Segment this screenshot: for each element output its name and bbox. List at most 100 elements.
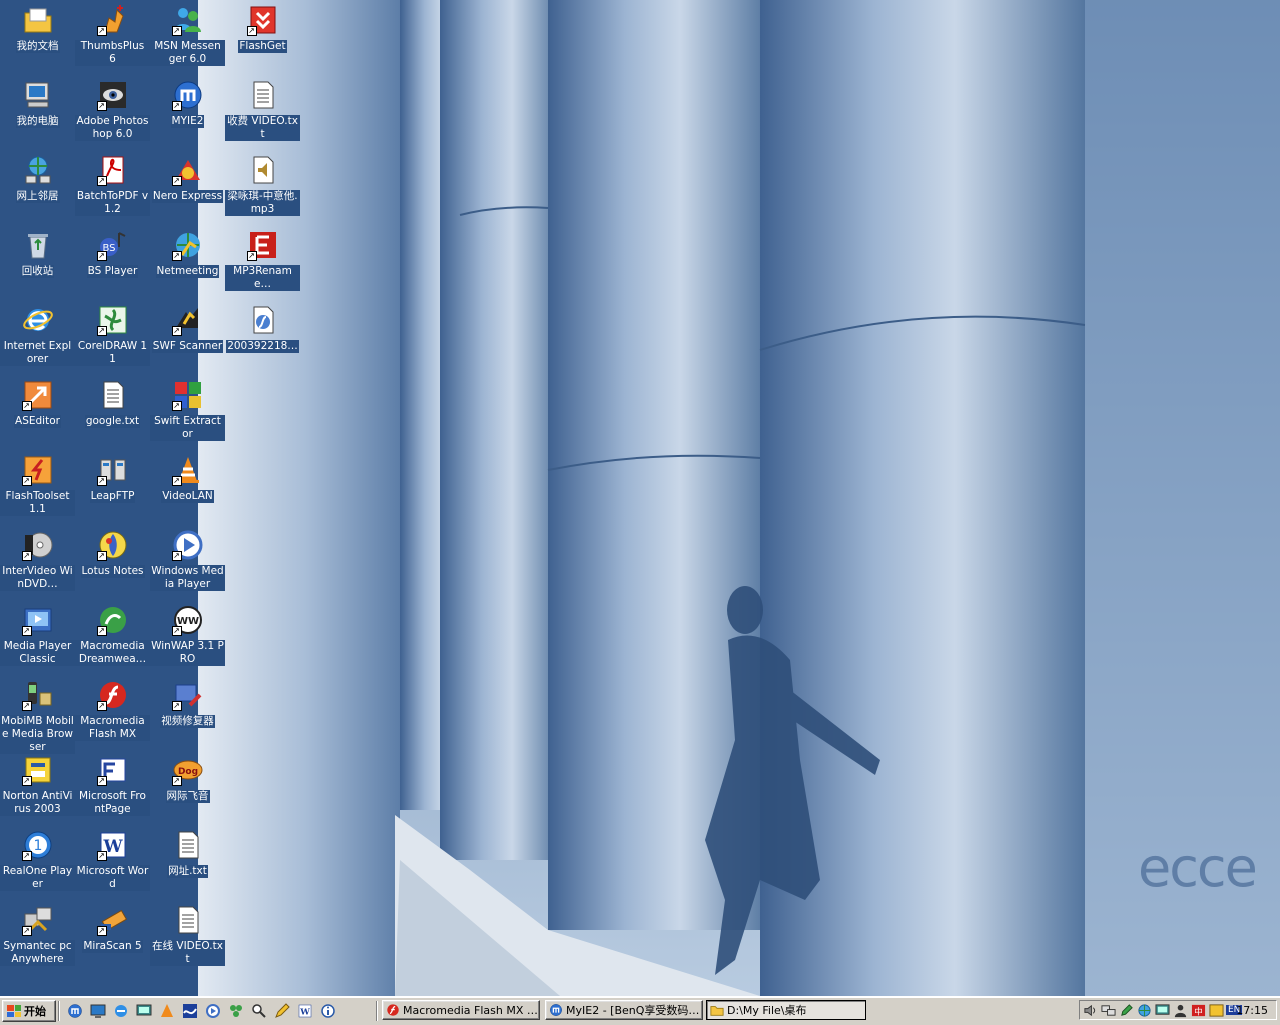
desktop-icon-item[interactable]: 回收站 — [0, 225, 75, 300]
pcanywhere-icon: ↗ — [21, 904, 54, 936]
quick-launch-vlc-icon[interactable] — [158, 1002, 176, 1020]
shortcut-arrow-icon: ↗ — [171, 551, 182, 561]
desktop-icon-item[interactable]: ↗ MP3Rename… — [225, 225, 300, 300]
tray-language-icon[interactable] — [1208, 1002, 1224, 1018]
netmeeting-icon: ↗ — [171, 229, 204, 261]
recycle-bin-icon — [22, 229, 54, 261]
quick-launch-wave-icon[interactable] — [181, 1002, 199, 1020]
desktop-icon-item[interactable]: Dog ↗ 网际飞音 — [150, 750, 225, 825]
shortcut-arrow-icon: ↗ — [171, 626, 182, 636]
desktop-icon-item[interactable]: ↗ MYIE2 — [150, 75, 225, 150]
desktop-icon-item[interactable]: 网址.txt — [150, 825, 225, 900]
desktop-icon-item[interactable]: 我的文档 — [0, 0, 75, 75]
desktop-icon-item[interactable]: 网上邻居 — [0, 150, 75, 225]
netfly-icon: Dog ↗ — [171, 754, 204, 786]
tray-speaker-icon[interactable] — [1082, 1002, 1098, 1018]
desktop-icon-item[interactable]: ↗ Symantec pcAnywhere — [0, 900, 75, 975]
text-file-icon — [172, 904, 204, 936]
desktop-icon-item[interactable]: 在线 VIDEO.txt — [150, 900, 225, 975]
desktop-icon-item[interactable]: ↗ VideoLAN — [150, 450, 225, 525]
quick-launch-monitor-icon[interactable] — [135, 1002, 153, 1020]
desktop-icon-item[interactable]: ↗ SWF Scanner — [150, 300, 225, 375]
desktop-icon-item[interactable]: ↗ BatchToPDF v1.2 — [75, 150, 150, 225]
desktop-icon-item[interactable]: ↗ 视频修复器 — [150, 675, 225, 750]
taskbar-button[interactable]: Macromedia Flash MX - [0… — [382, 1000, 540, 1020]
desktop-icon-label: Windows Media Player — [150, 565, 225, 591]
desktop-icon-item[interactable]: BS ↗ BS Player — [75, 225, 150, 300]
desktop-icon-item[interactable]: ↗ Swift Extractor — [150, 375, 225, 450]
desktop-icon-item[interactable]: 梁咏琪-中意他.mp3 — [225, 150, 300, 225]
desktop-icon-item[interactable]: google.txt — [75, 375, 150, 450]
start-button[interactable]: 开始 — [2, 1000, 56, 1022]
desktop-icon-label: ASEditor — [14, 415, 61, 428]
desktop-icon-item[interactable]: ↗ Macromedia Dreamwea… — [75, 600, 150, 675]
desktop-icon-item[interactable]: ↗ MobiMB Mobile Media Browser — [0, 675, 75, 754]
desktop-icon-item[interactable]: ↗ FlashToolset 1.1 — [0, 450, 75, 525]
desktop-icon-item[interactable]: Internet Explorer — [0, 300, 75, 375]
desktop-icon-label: 网上邻居 — [15, 190, 60, 203]
quick-launch-info-icon[interactable] — [319, 1002, 337, 1020]
desktop-icon-item[interactable]: WW ↗ WinWAP 3.1 PRO — [150, 600, 225, 675]
desktop-icon-label: InterVideo WinDVD… — [0, 565, 75, 591]
tray-network-icon[interactable] — [1100, 1002, 1116, 1018]
svg-text:中: 中 — [1194, 1006, 1202, 1016]
desktop-icon-item[interactable]: ↗ ThumbsPlus 6 — [75, 0, 150, 75]
video-repair-icon: ↗ — [171, 679, 204, 711]
flashtoolset-icon: ↗ — [21, 454, 54, 486]
quick-launch-search-icon[interactable] — [250, 1002, 268, 1020]
desktop-icon-item[interactable]: 我的电脑 — [0, 75, 75, 150]
desktop-icon-item[interactable]: 1 ↗ RealOne Player — [0, 825, 75, 900]
desktop-icon-item[interactable]: ↗ Media Player Classic — [0, 600, 75, 675]
wallpaper-logo: ecce — [1138, 841, 1258, 895]
desktop-icon-item[interactable]: 200392218… — [225, 300, 300, 375]
quick-launch-word-icon[interactable]: W — [296, 1002, 314, 1020]
desktop-icon-item[interactable]: ↗ Macromedia Flash MX — [75, 675, 150, 750]
desktop-icon-item[interactable]: ↗ MiraScan 5 — [75, 900, 150, 975]
my-documents-icon — [22, 4, 54, 36]
desktop-icon-item[interactable]: ↗ InterVideo WinDVD… — [0, 525, 75, 600]
desktop-icon-label: Adobe Photoshop 6.0 — [75, 115, 150, 141]
lotus-notes-icon: ↗ — [96, 529, 129, 561]
taskbar-separator — [376, 1001, 378, 1021]
shortcut-arrow-icon: ↗ — [171, 251, 182, 261]
taskbar-button[interactable]: MyIE2 - [BenQ享受数码… — [545, 1000, 703, 1020]
taskbar-button[interactable]: D:\My File\桌布 — [706, 1000, 866, 1020]
quick-launch-pencil-icon[interactable] — [273, 1002, 291, 1020]
thumbsplus-icon: ↗ — [96, 4, 129, 36]
desktop-icon-item[interactable]: ↗ CorelDRAW 11 — [75, 300, 150, 375]
tray-pen-icon[interactable] — [1118, 1002, 1134, 1018]
desktop-icon-item[interactable]: 收费 VIDEO.txt — [225, 75, 300, 150]
taskbar-button-label: D:\My File\桌布 — [727, 1004, 807, 1017]
batchtopdf-icon: ↗ — [96, 154, 129, 186]
quick-launch-ie-icon[interactable] — [112, 1002, 130, 1020]
desktop-icon-label: ThumbsPlus 6 — [75, 40, 150, 66]
quick-launch-desktop-icon[interactable] — [89, 1002, 107, 1020]
clock[interactable]: 17:15 — [1236, 1004, 1268, 1017]
desktop-icon-item[interactable]: ↗ Netmeeting — [150, 225, 225, 300]
desktop-icon-item[interactable]: ↗ Lotus Notes — [75, 525, 150, 600]
desktop-icon-label: 200392218… — [226, 340, 299, 353]
desktop-icon-item[interactable]: W ↗ Microsoft Word — [75, 825, 150, 900]
desktop-icon-item[interactable]: ↗ Microsoft FrontPage — [75, 750, 150, 825]
tray-ime-icon[interactable]: 中 — [1190, 1002, 1206, 1018]
desktop-icon-item[interactable]: ↗ LeapFTP — [75, 450, 150, 525]
windows-media-player-icon: ↗ — [171, 529, 204, 561]
desktop-icon-item[interactable]: ↗ Nero Express — [150, 150, 225, 225]
desktop-icon-label: RealOne Player — [0, 865, 75, 891]
desktop-icon-item[interactable]: ↗ Norton AntiVirus 2003 — [0, 750, 75, 825]
taskbar-separator — [58, 1001, 60, 1021]
desktop-icon-label: 网际飞音 — [165, 790, 210, 803]
tray-user-icon[interactable] — [1172, 1002, 1188, 1018]
desktop-icon-item[interactable]: ↗ FlashGet — [225, 0, 300, 75]
quick-launch-myie2-icon[interactable] — [66, 1002, 84, 1020]
quick-launch-green-icon[interactable] — [227, 1002, 245, 1020]
network-places-icon — [22, 154, 54, 186]
desktop-icon-item[interactable]: ↗ MSN Messenger 6.0 — [150, 0, 225, 75]
tray-globe-icon[interactable] — [1136, 1002, 1152, 1018]
desktop-icon-item[interactable]: ↗ Windows Media Player — [150, 525, 225, 600]
desktop-icon-label: BatchToPDF v1.2 — [75, 190, 150, 216]
tray-monitor-icon[interactable] — [1154, 1002, 1170, 1018]
desktop-icon-item[interactable]: ↗ ASEditor — [0, 375, 75, 450]
quick-launch-media-icon[interactable] — [204, 1002, 222, 1020]
desktop-icon-item[interactable]: ↗ Adobe Photoshop 6.0 — [75, 75, 150, 150]
